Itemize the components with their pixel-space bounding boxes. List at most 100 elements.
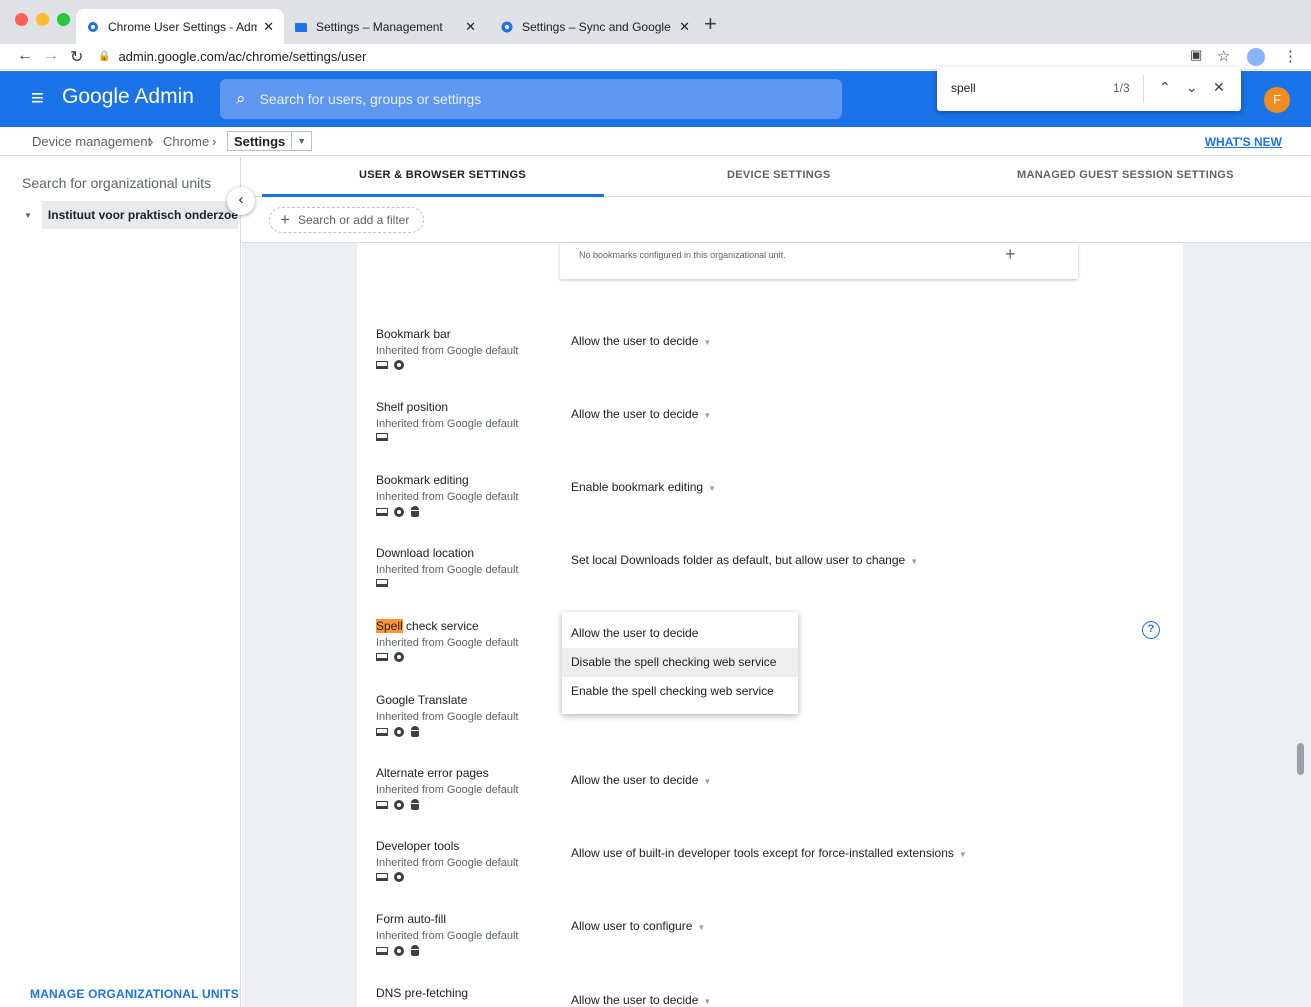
tab-close-icon[interactable]: ✕ [459, 19, 476, 35]
caret-down-icon: ▼ [910, 557, 919, 566]
help-question-icon[interactable]: ? [1142, 621, 1160, 639]
hamburger-menu-icon[interactable]: ≡ [31, 85, 44, 111]
setting-inherited: Inherited from Google default [376, 564, 519, 576]
breadcrumb-chrome[interactable]: Chrome [163, 134, 209, 149]
org-unit-item[interactable]: ▼ Instituut voor praktisch onderzoek [8, 201, 238, 229]
chrome-icon [394, 652, 404, 662]
chevron-up-icon[interactable]: ⌃ [1159, 79, 1171, 96]
browser-window: Chrome User Settings - Admin ✕ Settings … [0, 0, 1311, 1007]
setting-inherited: Inherited from Google default [376, 857, 519, 869]
extension-icon[interactable]: ▣ [1190, 47, 1202, 63]
url-field[interactable]: 🔒 admin.google.com/ac/chrome/settings/us… [98, 46, 1168, 68]
setting-download-location[interactable]: Download location Inherited from Google … [376, 546, 1176, 606]
setting-value-dropdown[interactable]: Enable bookmark editing ▼ [571, 480, 716, 494]
zoom-window-button[interactable] [57, 13, 70, 26]
setting-value-dropdown[interactable]: Allow the user to decide ▼ [571, 773, 711, 787]
close-icon[interactable]: ✕ [1213, 79, 1225, 96]
setting-form-auto-fill[interactable]: Form auto-fill Inherited from Google def… [376, 912, 1176, 972]
chevron-down-icon[interactable]: ⌄ [1186, 79, 1198, 96]
setting-value: Allow the user to decide [571, 773, 699, 787]
setting-name: DNS pre-fetching [376, 986, 469, 1000]
account-avatar[interactable]: F [1264, 87, 1290, 113]
laptop-icon [376, 361, 388, 369]
setting-inherited: Inherited from Google default [376, 637, 519, 649]
collapse-panel-chevron-icon[interactable]: ‹ [227, 187, 255, 215]
setting-developer-tools[interactable]: Developer tools Inherited from Google de… [376, 839, 1176, 899]
caret-down-icon: ▼ [958, 850, 967, 859]
setting-name: Download location [376, 546, 475, 560]
android-icon [410, 726, 420, 737]
tab-title: Chrome User Settings - Admin [108, 19, 258, 34]
profile-avatar-icon[interactable] [1247, 48, 1265, 66]
close-window-button[interactable] [15, 13, 28, 26]
setting-dns-pre-fetching[interactable]: DNS pre-fetching Allow the user to decid… [376, 986, 1176, 1007]
caret-down-icon: ▼ [703, 997, 712, 1006]
setting-name: Form auto-fill [376, 912, 447, 926]
setting-value-dropdown[interactable]: Allow the user to decide ▼ [571, 334, 711, 348]
caret-down-icon: ▼ [703, 338, 712, 347]
setting-value: Allow user to configure [571, 919, 693, 933]
caret-down-icon: ▼ [697, 923, 706, 932]
settings-gear-icon [501, 21, 513, 32]
chrome-icon [394, 506, 404, 517]
expand-triangle-icon[interactable]: ▼ [24, 211, 32, 220]
tab-user-browser-settings[interactable]: USER & BROWSER SETTINGS [359, 169, 526, 181]
find-query-input[interactable]: spell [951, 81, 976, 95]
platform-icons [376, 726, 420, 737]
laptop-icon [376, 579, 388, 587]
breadcrumb-separator: › [149, 134, 154, 149]
tab-close-icon[interactable]: ✕ [673, 19, 690, 35]
setting-bookmark-bar[interactable]: Bookmark bar Inherited from Google defau… [376, 327, 1176, 387]
setting-shelf-position[interactable]: Shelf position Inherited from Google def… [376, 400, 1176, 460]
setting-bookmark-editing[interactable]: Bookmark editing Inherited from Google d… [376, 473, 1176, 533]
spell-check-dropdown-menu: Allow the user to decide Disable the spe… [562, 612, 798, 714]
setting-value: Allow the user to decide [571, 993, 699, 1007]
laptop-icon [376, 653, 388, 661]
breadcrumb-settings-select[interactable]: Settings ▼ [227, 131, 313, 151]
manage-org-units-link[interactable]: MANAGE ORGANIZATIONAL UNITS [30, 987, 239, 1001]
admin-search-input[interactable]: ⌕ Search for users, groups or settings [220, 79, 842, 119]
window-controls [15, 13, 70, 26]
setting-name: Spell check service [376, 619, 479, 633]
setting-value-dropdown[interactable]: Set local Downloads folder as default, b… [571, 553, 918, 567]
setting-name: Bookmark editing [376, 473, 469, 487]
add-filter-chip[interactable]: + Search or add a filter [269, 207, 425, 233]
breadcrumb-device-management[interactable]: Device management [32, 134, 151, 149]
setting-value-dropdown[interactable]: Allow the user to decide ▼ [571, 993, 711, 1007]
platform-icons [376, 360, 404, 370]
reload-icon[interactable]: ↻ [70, 47, 83, 67]
setting-value-dropdown[interactable]: Allow user to configure ▼ [571, 919, 705, 933]
dropdown-option-disable[interactable]: Disable the spell checking web service [562, 648, 798, 677]
kebab-menu-icon[interactable]: ⋮ [1283, 47, 1298, 65]
plus-icon: + [280, 210, 290, 229]
add-bookmark-plus-icon[interactable]: + [1005, 244, 1016, 265]
setting-value-dropdown[interactable]: Allow the user to decide ▼ [571, 407, 711, 421]
setting-value: Allow the user to decide [571, 334, 699, 348]
browser-tab-settings-management[interactable]: Settings – Management ✕ [284, 9, 486, 44]
tab-managed-guest-session-settings[interactable]: MANAGED GUEST SESSION SETTINGS [1017, 169, 1234, 181]
forward-arrow-icon[interactable]: → [43, 47, 59, 65]
tab-close-icon[interactable]: ✕ [257, 19, 274, 35]
setting-alternate-error-pages[interactable]: Alternate error pages Inherited from Goo… [376, 766, 1176, 826]
minimize-window-button[interactable] [36, 13, 49, 26]
page-scrollbar[interactable] [1297, 743, 1304, 775]
platform-icons [376, 945, 420, 956]
dropdown-option-allow[interactable]: Allow the user to decide [562, 619, 798, 648]
new-tab-plus-icon[interactable]: + [704, 12, 717, 36]
laptop-icon [376, 433, 388, 441]
setting-inherited: Inherited from Google default [376, 711, 519, 723]
back-arrow-icon[interactable]: ← [17, 47, 33, 65]
org-unit-search-input[interactable]: Search for organizational units [22, 175, 211, 191]
bookmark-star-icon[interactable]: ☆ [1217, 47, 1230, 65]
dropdown-option-enable[interactable]: Enable the spell checking web service [562, 677, 798, 706]
find-highlight: Spell [376, 619, 403, 633]
setting-value-dropdown[interactable]: Allow use of built-in developer tools ex… [571, 846, 967, 860]
whats-new-link[interactable]: WHAT'S NEW [1205, 135, 1282, 149]
platform-icons [376, 506, 420, 517]
laptop-icon [376, 946, 388, 955]
browser-tab-settings-sync[interactable]: Settings – Sync and Google services ✕ [490, 9, 700, 44]
tab-device-settings[interactable]: DEVICE SETTINGS [727, 169, 831, 181]
google-admin-logo[interactable]: Google Admin [62, 85, 194, 109]
org-unit-label: Instituut voor praktisch onderzoek [41, 201, 238, 229]
browser-tab-chrome-user-settings[interactable]: Chrome User Settings - Admin ✕ [76, 9, 284, 44]
